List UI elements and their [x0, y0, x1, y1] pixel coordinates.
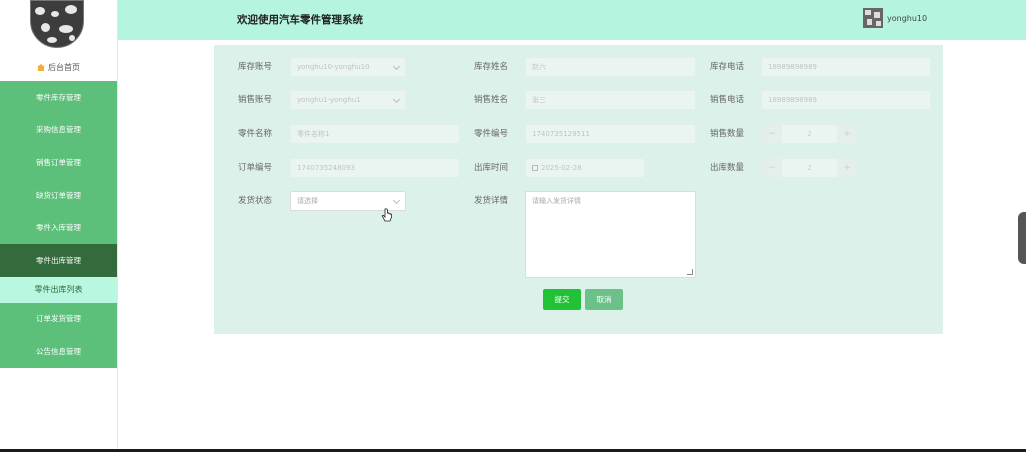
kucun-account-select[interactable]: yonghu10-yonghu10: [290, 57, 406, 77]
user-menu[interactable]: yonghu10: [863, 8, 927, 28]
chevron-down-icon: [392, 62, 401, 71]
sidebar-item-label: 零件入库管理: [36, 223, 81, 233]
home-icon: [37, 63, 45, 71]
out-time-value: 2025-02-28: [541, 164, 582, 172]
decrement-button[interactable]: −: [762, 125, 782, 143]
sidebar-item-part-stock[interactable]: 零件库存管理: [0, 81, 117, 114]
sidebar-item-order-shipping[interactable]: 订单发货管理: [0, 302, 117, 336]
chevron-down-icon: [392, 95, 401, 104]
sales-qty-value: 2: [807, 130, 812, 138]
sidebar-item-label: 零件出库管理: [36, 255, 81, 265]
app-window: 后台首页 零件库存管理 采购信息管理 销售订单管理 缺货订单管理 零件入库管理 …: [0, 0, 1026, 452]
sidebar-item-label: 订单发货管理: [36, 314, 81, 324]
sales-phone-field[interactable]: 18989898989: [761, 90, 931, 110]
sales-account-value: yonghu1-yonghu1: [297, 96, 361, 104]
sales-account-select[interactable]: yonghu1-yonghu1: [290, 90, 406, 110]
sidebar-item-label: 零件库存管理: [36, 92, 81, 102]
sidebar-item-label: 缺货订单管理: [36, 190, 81, 200]
hand-cursor-icon: [381, 208, 392, 222]
top-header: 欢迎使用汽车零件管理系统 yonghu10: [118, 0, 1026, 40]
sales-name-value: 张三: [532, 96, 546, 104]
ship-detail-textarea[interactable]: 请输入发货详情: [525, 191, 696, 278]
submit-button[interactable]: 提交: [543, 289, 581, 310]
order-no-field[interactable]: 1740735248093: [290, 158, 460, 178]
sidebar: 后台首页 零件库存管理 采购信息管理 销售订单管理 缺货订单管理 零件入库管理 …: [0, 0, 118, 450]
out-time-datepicker[interactable]: 2025-02-28: [525, 158, 645, 178]
part-name-placeholder: 零件名称1: [297, 130, 330, 138]
order-no-label: 订单编号: [238, 163, 273, 173]
sidebar-item-shortage-order[interactable]: 缺货订单管理: [0, 178, 117, 212]
sales-qty-label: 销售数量: [710, 129, 745, 139]
sidebar-home-label: 后台首页: [48, 62, 80, 72]
sidebar-item-label: 公告信息管理: [36, 346, 81, 356]
sales-qty-stepper[interactable]: − 2 +: [761, 124, 858, 144]
part-name-label: 零件名称: [238, 129, 273, 139]
sidebar-item-part-outbound[interactable]: 零件出库管理: [0, 243, 117, 277]
sidebar-home[interactable]: 后台首页: [0, 58, 117, 76]
decrement-button[interactable]: −: [762, 159, 782, 177]
increment-button[interactable]: +: [837, 125, 857, 143]
logo-avatar: [30, 0, 84, 48]
out-qty-stepper[interactable]: − 2 +: [761, 158, 858, 178]
username: yonghu10: [887, 13, 928, 23]
page-title: 欢迎使用汽车零件管理系统: [237, 14, 363, 26]
ship-detail-placeholder: 请输入发货详情: [532, 197, 581, 205]
sidebar-item-purchase[interactable]: 采购信息管理: [0, 113, 117, 147]
kucun-phone-field[interactable]: 18989898989: [761, 57, 931, 77]
side-drawer-handle[interactable]: [1018, 212, 1026, 264]
sidebar-item-label: 零件出库列表: [34, 285, 83, 295]
sales-phone-value: 18989898989: [768, 96, 817, 104]
sidebar-item-label: 销售订单管理: [36, 157, 81, 167]
cancel-button[interactable]: 取消: [585, 289, 623, 310]
ship-status-label: 发货状态: [238, 196, 273, 206]
sidebar-subitem-outbound-list[interactable]: 零件出库列表: [0, 276, 117, 303]
kucun-account-value: yonghu10-yonghu10: [297, 63, 370, 71]
sales-name-field[interactable]: 张三: [525, 90, 696, 110]
sidebar-item-label: 采购信息管理: [36, 125, 81, 135]
sidebar-item-announcements[interactable]: 公告信息管理: [0, 335, 117, 368]
part-no-field[interactable]: 1740735129511: [525, 124, 696, 144]
out-qty-value: 2: [807, 164, 812, 172]
part-no-value: 1740735129511: [532, 130, 590, 138]
avatar: [863, 8, 883, 28]
part-no-label: 零件编号: [474, 129, 509, 139]
sidebar-item-sales-order[interactable]: 销售订单管理: [0, 146, 117, 179]
kucun-name-label: 库存姓名: [474, 62, 509, 72]
outbound-form: 库存账号 yonghu10-yonghu10 库存姓名 赵六 库存电话 1898…: [214, 45, 943, 334]
sales-name-label: 销售姓名: [474, 95, 509, 105]
part-name-field[interactable]: 零件名称1: [290, 124, 460, 144]
sales-phone-label: 销售电话: [710, 95, 745, 105]
kucun-phone-label: 库存电话: [710, 62, 745, 72]
ship-detail-label: 发货详情: [474, 196, 509, 206]
chevron-down-icon: [392, 196, 401, 205]
kucun-name-value: 赵六: [532, 63, 546, 71]
out-time-label: 出库时间: [474, 163, 509, 173]
order-no-value: 1740735248093: [297, 164, 355, 172]
calendar-icon: [532, 165, 538, 171]
sidebar-item-part-inbound[interactable]: 零件入库管理: [0, 211, 117, 244]
kucun-account-label: 库存账号: [238, 62, 273, 72]
out-qty-label: 出库数量: [710, 163, 745, 173]
kucun-phone-value: 18989898989: [768, 63, 817, 71]
sidebar-menu: 零件库存管理 采购信息管理 销售订单管理 缺货订单管理 零件入库管理 零件出库管…: [0, 81, 117, 368]
ship-status-placeholder: 请选择: [297, 197, 318, 205]
increment-button[interactable]: +: [837, 159, 857, 177]
sales-account-label: 销售账号: [238, 95, 273, 105]
kucun-name-field[interactable]: 赵六: [525, 57, 696, 77]
resize-handle-icon[interactable]: [687, 269, 693, 275]
